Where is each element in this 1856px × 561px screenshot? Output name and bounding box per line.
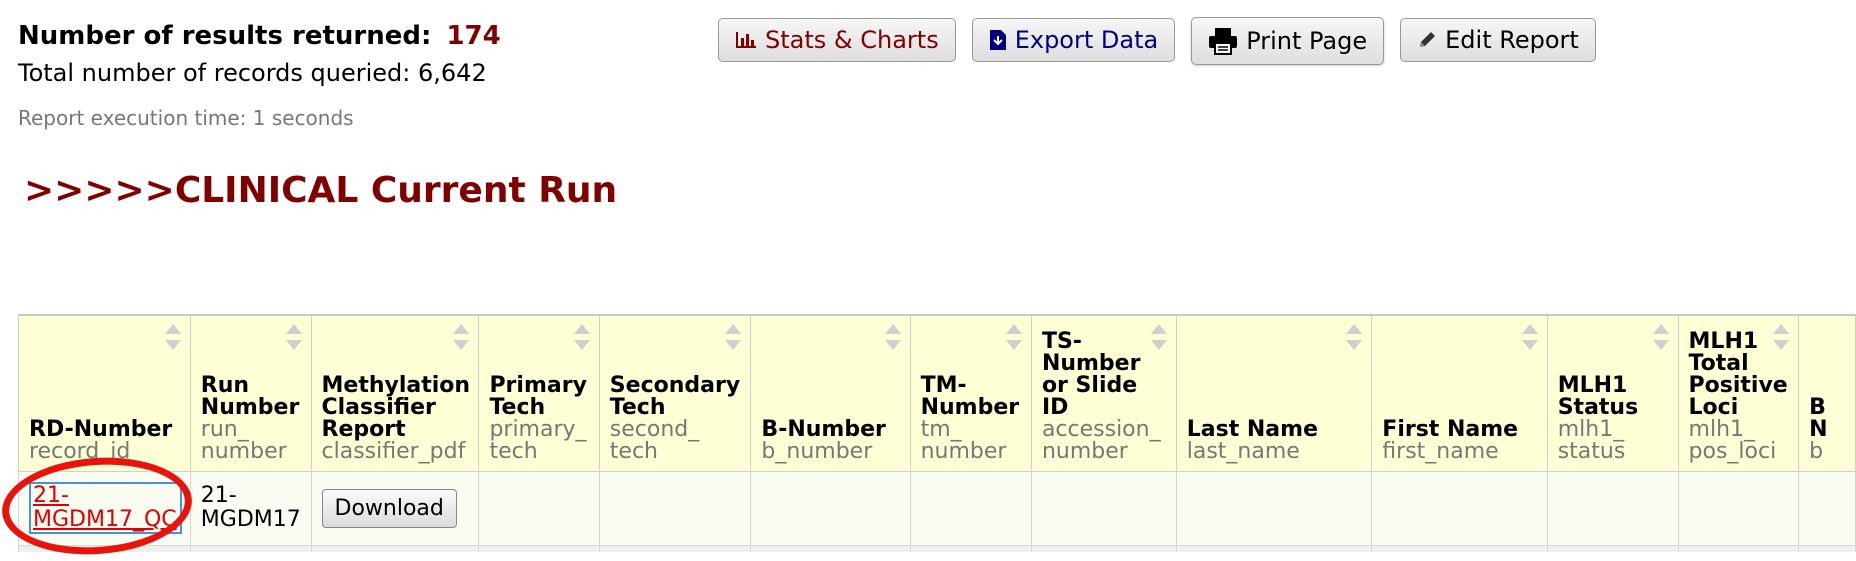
table-header-row: RD-Number record_id Run Number run_ numb… — [18, 314, 1856, 472]
results-summary: Number of results returned: 174 Total nu… — [18, 18, 501, 130]
cell-mlh1-pos-loci — [1677, 470, 1800, 546]
record-id-link[interactable]: 21- MGDM17_QC — [29, 482, 182, 534]
column-header-truncated[interactable]: B N b — [1798, 314, 1856, 472]
records-label: Total number of records queried: — [18, 59, 411, 87]
column-header-mlh1-pos-loci[interactable]: MLH1 Total Positive Loci mlh1_ pos_loci — [1677, 314, 1800, 472]
report-toolbar: Stats & Charts Export Data Print Page Ed… — [718, 17, 1596, 65]
sort-icon[interactable] — [573, 324, 590, 350]
column-header-last-name[interactable]: Last Name last_name — [1175, 314, 1373, 472]
sort-icon[interactable] — [453, 324, 470, 350]
pencil-icon — [1417, 30, 1437, 50]
cell-first-name — [1371, 470, 1548, 546]
cell-b-number — [750, 470, 911, 546]
sort-icon[interactable] — [1773, 324, 1790, 350]
column-header-tm-number[interactable]: TM- Number tm_ number — [909, 314, 1032, 472]
column-header-rd-number[interactable]: RD-Number record_id — [18, 314, 191, 472]
stats-charts-label: Stats & Charts — [765, 26, 939, 54]
sort-icon[interactable] — [285, 324, 302, 350]
sort-icon[interactable] — [1150, 324, 1167, 350]
cell-mlh1-status — [1546, 470, 1679, 546]
sort-icon[interactable] — [884, 324, 901, 350]
column-header-primary-tech[interactable]: Primary Tech primary_ tech — [478, 314, 600, 472]
edit-report-button[interactable]: Edit Report — [1400, 18, 1596, 62]
sort-icon[interactable] — [1521, 324, 1538, 350]
column-header-classifier-report[interactable]: Methylation Classifier Report classifier… — [310, 314, 480, 472]
cell-primary-tech — [478, 470, 600, 546]
table-row — [18, 544, 1856, 552]
export-data-button[interactable]: Export Data — [971, 18, 1176, 62]
cell-record-id: 21- MGDM17_QC — [18, 470, 191, 546]
cell-accession-number — [1030, 470, 1177, 546]
sort-icon[interactable] — [1652, 324, 1669, 350]
results-label: Number of results returned: — [18, 21, 432, 51]
printer-icon — [1208, 27, 1238, 55]
cell-run-number: 21- MGDM17 — [189, 470, 312, 546]
print-page-button[interactable]: Print Page — [1191, 17, 1385, 65]
records-count: 6,642 — [418, 59, 487, 87]
report-title: >>>>>CLINICAL Current Run — [24, 170, 618, 211]
report-table-container: RD-Number record_id Run Number run_ numb… — [18, 314, 1856, 552]
stats-charts-button[interactable]: Stats & Charts — [718, 18, 956, 62]
file-download-icon — [989, 29, 1007, 51]
export-data-label: Export Data — [1014, 26, 1159, 54]
sort-icon[interactable] — [1005, 324, 1022, 350]
report-table: RD-Number record_id Run Number run_ numb… — [18, 314, 1856, 552]
sort-icon[interactable] — [725, 324, 742, 350]
results-count: 174 — [446, 21, 501, 51]
sort-icon[interactable] — [164, 324, 181, 350]
cell-truncated — [1798, 470, 1856, 546]
table-row: 21- MGDM17_QC 21- MGDM17 Download — [18, 470, 1856, 546]
cell-secondary-tech — [598, 470, 752, 546]
column-header-mlh1-status[interactable]: MLH1 Status mlh1_ status — [1546, 314, 1679, 472]
sort-icon[interactable] — [1346, 324, 1363, 350]
cell-classifier-pdf: Download — [310, 470, 480, 546]
column-header-secondary-tech[interactable]: Secondary Tech second_ tech — [598, 314, 752, 472]
column-header-run-number[interactable]: Run Number run_ number — [189, 314, 312, 472]
cell-last-name — [1175, 470, 1373, 546]
results-count-line: Number of results returned: 174 — [18, 18, 501, 54]
column-header-ts-number[interactable]: TS- Number or Slide ID accession_ number — [1030, 314, 1177, 472]
download-button[interactable]: Download — [321, 488, 457, 528]
execution-time: Report execution time: 1 seconds — [18, 106, 354, 130]
column-header-first-name[interactable]: First Name first_name — [1371, 314, 1548, 472]
edit-report-label: Edit Report — [1445, 26, 1579, 54]
bar-chart-icon — [735, 30, 757, 50]
cell-tm-number — [909, 470, 1032, 546]
records-queried-line: Total number of records queried: 6,642 — [18, 54, 501, 92]
print-page-label: Print Page — [1246, 27, 1368, 55]
column-header-b-number[interactable]: B-Number b_number — [750, 314, 911, 472]
